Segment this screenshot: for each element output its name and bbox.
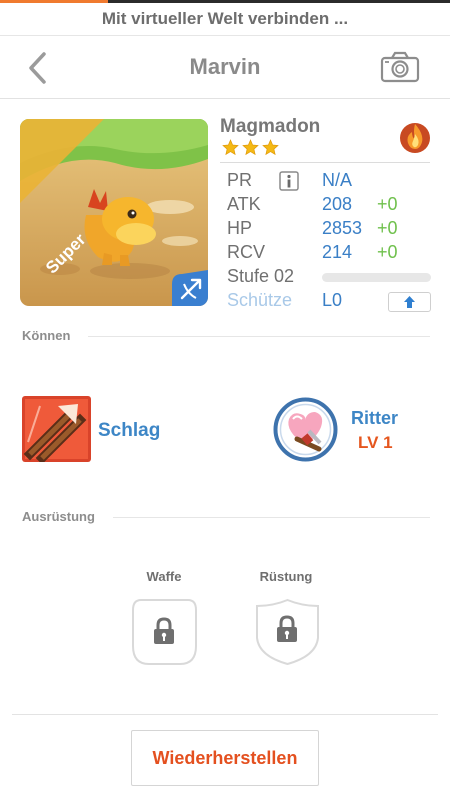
name-divider bbox=[220, 162, 430, 163]
stat-label: RCV bbox=[227, 242, 266, 262]
class-name: Schütze bbox=[227, 290, 293, 310]
section-divider bbox=[88, 336, 430, 337]
weapon-slot-label: Waffe bbox=[146, 569, 182, 584]
class-upgrade-button[interactable] bbox=[388, 292, 431, 312]
restore-button[interactable]: Wiederherstellen bbox=[131, 730, 319, 786]
stat-bonus: +0 bbox=[377, 194, 398, 214]
element-badge bbox=[398, 118, 432, 154]
hero-portrait[interactable]: Super bbox=[20, 119, 208, 306]
bow-arrow-icon bbox=[172, 270, 208, 306]
back-button[interactable] bbox=[22, 49, 56, 87]
stat-value: N/A bbox=[322, 170, 353, 190]
stat-row-pr: PR N/A bbox=[227, 170, 432, 194]
stat-label: HP bbox=[227, 218, 253, 238]
connect-world-label: Mit virtueller Welt verbinden ... bbox=[101, 9, 349, 28]
info-button[interactable] bbox=[279, 171, 299, 191]
armor-slot[interactable] bbox=[255, 598, 320, 666]
stat-row-atk: ATK 208 +0 bbox=[227, 194, 432, 218]
star-icon bbox=[222, 139, 239, 156]
skill-passive-name: Ritter bbox=[351, 408, 399, 428]
connect-world-banner[interactable]: Mit virtueller Welt verbinden ... bbox=[0, 3, 450, 36]
stat-row-hp: HP 2853 +0 bbox=[227, 218, 432, 242]
star-icon bbox=[242, 139, 259, 156]
skill-passive[interactable] bbox=[273, 397, 338, 462]
stat-value: 214 bbox=[322, 242, 353, 262]
weapon-slot[interactable] bbox=[131, 598, 198, 666]
section-label-skills: Können bbox=[22, 328, 71, 343]
lock-icon bbox=[154, 617, 174, 644]
level-progress-bar bbox=[322, 273, 431, 282]
level-label: Stufe 02 bbox=[227, 266, 295, 286]
lock-icon bbox=[277, 615, 297, 642]
skill-active-name: Schlag bbox=[98, 420, 161, 441]
page-title: Marvin bbox=[189, 54, 261, 79]
arrow-up-icon bbox=[404, 296, 415, 308]
class-level: L0 bbox=[322, 290, 343, 310]
section-label-equipment: Ausrüstung bbox=[22, 509, 95, 524]
nav-bar: Marvin bbox=[0, 37, 450, 99]
section-divider bbox=[113, 517, 430, 518]
heart-sword-icon bbox=[273, 397, 338, 462]
fire-icon bbox=[400, 123, 430, 153]
camera-button[interactable] bbox=[380, 51, 420, 83]
stat-value: 208 bbox=[322, 194, 353, 214]
stat-label: ATK bbox=[227, 194, 261, 214]
footer-divider bbox=[12, 714, 438, 715]
skill-active[interactable] bbox=[22, 396, 91, 462]
star-icon bbox=[262, 139, 279, 156]
stat-label: PR bbox=[227, 170, 253, 190]
skill-passive-level: LV 1 bbox=[358, 433, 393, 452]
stat-row-rcv: RCV 214 +0 bbox=[227, 242, 432, 266]
info-icon bbox=[279, 171, 299, 191]
hero-name: Magmadon bbox=[220, 116, 321, 137]
class-badge bbox=[172, 270, 208, 306]
stat-bonus: +0 bbox=[377, 218, 398, 238]
strike-arrows-icon bbox=[22, 396, 91, 462]
stat-bonus: +0 bbox=[377, 242, 398, 262]
camera-icon bbox=[380, 51, 420, 83]
stat-value: 2853 bbox=[322, 218, 363, 238]
chevron-left-icon bbox=[29, 52, 46, 84]
star-rating bbox=[222, 139, 279, 156]
armor-slot-label: Rüstung bbox=[259, 569, 313, 584]
